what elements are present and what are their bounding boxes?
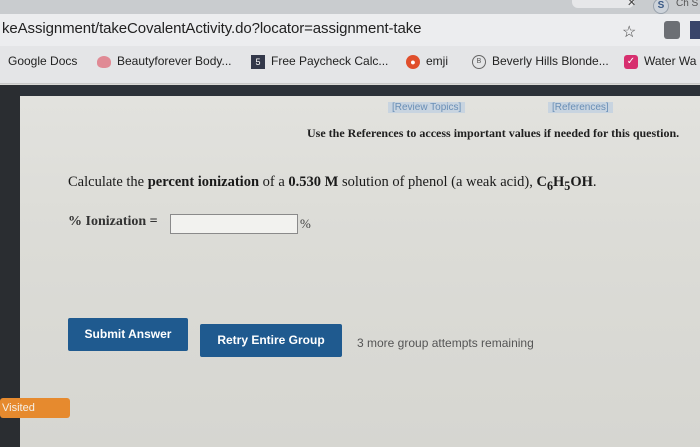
bh-icon: B: [472, 54, 486, 69]
extension-s-icon[interactable]: S: [653, 0, 669, 14]
ionization-unit: %: [300, 216, 311, 231]
bookmark-beautyforever[interactable]: Beautyforever Body...: [97, 54, 232, 68]
visited-tab[interactable]: Visited: [0, 398, 70, 418]
ionization-label: % Ionization =: [68, 214, 158, 229]
bookmark-label: Free Paycheck Calc...: [271, 54, 389, 68]
bookmark-google-docs[interactable]: Google Docs: [8, 54, 77, 68]
question-concentration: 0.530 M: [288, 174, 339, 190]
formula-c: C: [536, 174, 547, 190]
check-icon: ✓: [624, 54, 638, 69]
bookmark-label: Google Docs: [8, 54, 78, 68]
bookmark-emji[interactable]: ● emji: [406, 54, 448, 69]
question-emphasis: percent ionization: [147, 174, 260, 190]
chemical-formula: C6H5OH: [536, 174, 593, 193]
browser-tab-strip: ✕ S Ch S: [0, 0, 700, 14]
emji-icon: ●: [406, 54, 420, 69]
bookmark-star-icon[interactable]: ☆: [622, 22, 636, 42]
references-link[interactable]: [References]: [548, 102, 613, 113]
rose-icon: [97, 55, 111, 68]
five-icon: 5: [251, 54, 265, 69]
question-panel: [Review Topics] [References] Use the Ref…: [20, 96, 700, 447]
bookmark-label: Beautyforever Body...: [117, 54, 232, 68]
question-suffix: solution of phenol (a weak acid),: [338, 174, 537, 190]
submit-answer-button[interactable]: Submit Answer: [68, 318, 188, 351]
formula-oh: OH: [570, 174, 593, 190]
extension-icon[interactable]: [690, 21, 700, 39]
retry-group-button[interactable]: Retry Entire Group: [200, 324, 342, 357]
question-text: Calculate the percent ionization of a 0.…: [68, 174, 597, 194]
question-end: .: [592, 174, 597, 190]
close-icon[interactable]: ✕: [627, 0, 636, 9]
extension-icon[interactable]: [664, 21, 680, 39]
bookmark-label: emji: [426, 54, 449, 68]
question-prefix: Calculate the: [68, 174, 148, 190]
bookmark-water[interactable]: ✓ Water Wa: [624, 54, 696, 69]
bookmark-paycheck[interactable]: 5 Free Paycheck Calc...: [251, 54, 388, 69]
formula-h: H: [552, 174, 565, 190]
bookmark-label: Beverly Hills Blonde...: [492, 54, 609, 68]
references-note: Use the References to access important v…: [307, 126, 680, 140]
ionization-input[interactable]: [170, 214, 298, 234]
left-sidebar: [0, 85, 20, 447]
bookmark-label: Water Wa: [644, 54, 697, 68]
question-mid: of a: [259, 174, 289, 190]
url-text[interactable]: keAssignment/takeCovalentActivity.do?loc…: [2, 20, 421, 37]
bookmark-beverly-hills[interactable]: B Beverly Hills Blonde...: [472, 54, 609, 69]
tab-label[interactable]: Ch S: [676, 0, 698, 9]
attempts-remaining: 3 more group attempts remaining: [357, 336, 534, 350]
review-topics-link[interactable]: [Review Topics]: [388, 102, 466, 113]
browser-tab[interactable]: [572, 0, 634, 8]
